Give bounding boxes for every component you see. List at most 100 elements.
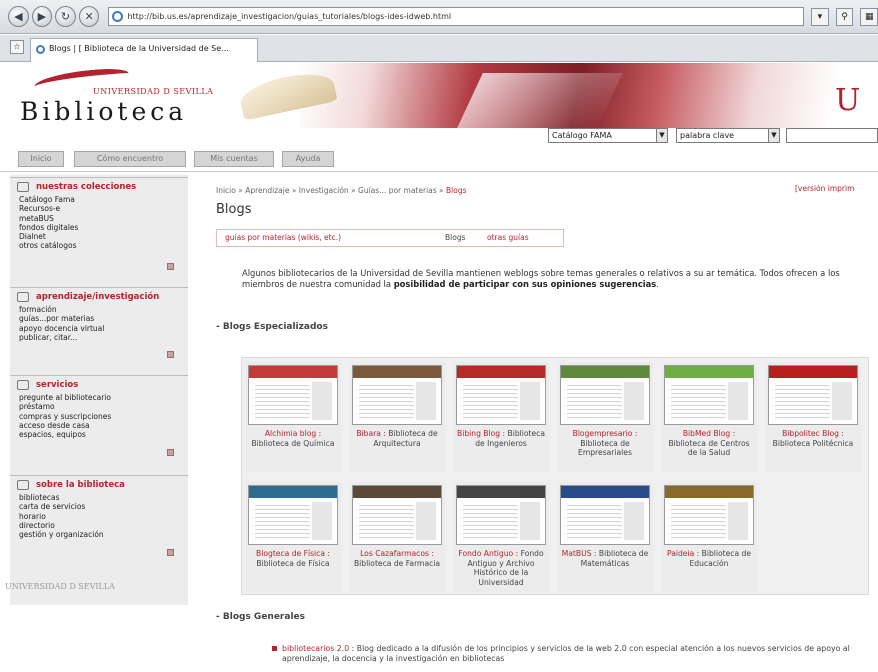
- sidebar-item[interactable]: gestión y organización: [10, 530, 188, 539]
- blog-card[interactable]: Bibara : Biblioteca de Arquitectura: [349, 362, 445, 472]
- sidebar-item[interactable]: fondos digitales: [10, 223, 188, 232]
- keyword-select[interactable]: palabra clave ▼: [676, 128, 780, 143]
- library-logo[interactable]: Biblioteca: [20, 97, 187, 126]
- blog-title-link[interactable]: Bibara :: [356, 429, 386, 438]
- blog-title-link[interactable]: MatBUS :: [562, 549, 597, 558]
- intro-end: .: [656, 279, 659, 289]
- forward-button[interactable]: ▶: [31, 6, 53, 27]
- sidebar-item[interactable]: publicar, citar...: [10, 333, 188, 342]
- blog-thumbnail[interactable]: [456, 365, 546, 425]
- blog-title-link[interactable]: Los Cazafarmacos :: [360, 549, 434, 558]
- intro-bold: posibilidad de participar con sus opinio…: [393, 279, 657, 289]
- sidebar-item[interactable]: préstamo: [10, 402, 188, 411]
- nav-como-encuentro[interactable]: Cómo encuentro: [74, 151, 186, 167]
- blog-card[interactable]: Blogempresario : Biblioteca de Empresari…: [557, 362, 653, 472]
- chevron-down-icon: ▼: [656, 129, 667, 142]
- address-bar[interactable]: http://bib.us.es/aprendizaje_investigaci…: [108, 7, 805, 26]
- blog-card[interactable]: Bibpolitec Blog : Biblioteca Politécnica: [765, 362, 861, 472]
- blog-thumbnail[interactable]: [768, 365, 858, 425]
- section-specialized-title: - Blogs Especializados: [216, 322, 328, 332]
- sidebar-item[interactable]: espacios, equipos: [10, 430, 188, 439]
- blog-title-link[interactable]: Bibing Blog :: [457, 429, 505, 438]
- subnav-blogs[interactable]: Blogs: [445, 230, 466, 246]
- blog-title-link[interactable]: Blogempresario :: [573, 429, 638, 438]
- sidebar-item[interactable]: horario: [10, 512, 188, 521]
- sidebar-item[interactable]: guías...por materias: [10, 314, 188, 323]
- search-input[interactable]: [786, 128, 878, 143]
- blog-thumbnail[interactable]: [352, 365, 442, 425]
- blog-title-link[interactable]: Blogteca de Física :: [256, 549, 330, 558]
- browser-window: ◀ ▶ ↻ ✕ http://bib.us.es/aprendizaje_inv…: [0, 0, 878, 672]
- blog-caption: Alchimia blog : Biblioteca de Química: [247, 429, 339, 448]
- blog-title-link[interactable]: Bibpolitec Blog :: [782, 429, 844, 438]
- blog-card[interactable]: MatBUS : Biblioteca de Matemáticas: [557, 482, 653, 592]
- chevron-down-icon: ▼: [768, 129, 779, 142]
- sidebar-item[interactable]: Catálogo Fama: [10, 195, 188, 204]
- stop-button[interactable]: ✕: [78, 6, 100, 27]
- sidebar-item[interactable]: otros catálogos: [10, 241, 188, 250]
- feeds-icon[interactable]: ▦: [860, 7, 878, 26]
- tab-blogs[interactable]: Blogs | [ Biblioteca de la Universidad d…: [30, 38, 258, 62]
- search-icon[interactable]: ⚲: [835, 7, 854, 26]
- sidebar-item[interactable]: compras y suscripciones: [10, 412, 188, 421]
- blog-thumbnail[interactable]: [560, 485, 650, 545]
- nav-inicio[interactable]: Inicio: [18, 151, 64, 167]
- more-icon[interactable]: [167, 263, 174, 270]
- blog-thumbnail[interactable]: [456, 485, 546, 545]
- blog-card[interactable]: Los Cazafarmacos : Biblioteca de Farmaci…: [349, 482, 445, 592]
- sidebar-item[interactable]: Recursos-e: [10, 204, 188, 213]
- breadcrumb-path[interactable]: Inicio » Aprendizaje » Investigación » G…: [216, 186, 446, 195]
- sidebar-item[interactable]: pregunte al bibliotecario: [10, 393, 188, 402]
- blog-thumbnail[interactable]: [248, 485, 338, 545]
- sidebar-item[interactable]: bibliotecas: [10, 493, 188, 502]
- sidebar-item[interactable]: Dialnet: [10, 232, 188, 241]
- dropdown-icon[interactable]: ▾: [811, 7, 829, 26]
- bullet-icon: [272, 646, 277, 651]
- more-icon[interactable]: [167, 351, 174, 358]
- blog-card[interactable]: Blogteca de Física : Biblioteca de Físic…: [245, 482, 341, 592]
- blog-card[interactable]: Alchimia blog : Biblioteca de Química: [245, 362, 341, 472]
- blog-card[interactable]: BibMed Blog : Biblioteca de Centros de l…: [661, 362, 757, 472]
- subnav-otras[interactable]: otras guías: [487, 230, 529, 246]
- blog-caption: Bibara : Biblioteca de Arquitectura: [351, 429, 443, 448]
- blog-title-link[interactable]: BibMed Blog :: [683, 429, 735, 438]
- catalog-select[interactable]: Catálogo FAMA ▼: [548, 128, 668, 143]
- blog-title-link[interactable]: Paideia :: [667, 549, 699, 558]
- blog-caption: Blogteca de Física : Biblioteca de Físic…: [247, 549, 339, 568]
- blog-thumbnail[interactable]: [664, 365, 754, 425]
- blog-card[interactable]: Fondo Antiguo : Fondo Antiguo y Archivo …: [453, 482, 549, 592]
- blog-description: Biblioteca de Empresariales: [578, 438, 632, 458]
- blog-thumbnail[interactable]: [352, 485, 442, 545]
- section-title: nuestras colecciones: [36, 182, 137, 192]
- sidebar-item[interactable]: acceso desde casa: [10, 421, 188, 430]
- blog-title-link[interactable]: Alchimia blog :: [265, 429, 321, 438]
- blog-description: Biblioteca de Educación: [689, 549, 752, 568]
- sidebar-item[interactable]: carta de servicios: [10, 502, 188, 511]
- nav-ayuda[interactable]: Ayuda: [282, 151, 334, 167]
- sidebar-item[interactable]: formación: [10, 305, 188, 314]
- sidebar: nuestras colecciones Catálogo Fama Recur…: [10, 175, 188, 605]
- back-button[interactable]: ◀: [8, 6, 29, 27]
- blog-thumbnail[interactable]: [248, 365, 338, 425]
- favorites-icon[interactable]: ☆: [10, 40, 24, 54]
- sidebar-item[interactable]: metaBUS: [10, 214, 188, 223]
- reload-button[interactable]: ↻: [55, 6, 76, 27]
- page-title: Blogs: [216, 202, 252, 217]
- sidebar-item[interactable]: directorio: [10, 521, 188, 530]
- nav-mis-cuentas[interactable]: Mis cuentas: [194, 151, 274, 167]
- more-icon[interactable]: [167, 549, 174, 556]
- blog-title-link[interactable]: Fondo Antiguo :: [458, 549, 518, 558]
- us-logo[interactable]: U: [835, 83, 860, 118]
- blog-card[interactable]: Bibing Blog : Biblioteca de Ingenieros: [453, 362, 549, 472]
- more-icon[interactable]: [167, 449, 174, 456]
- blog-thumbnail[interactable]: [560, 365, 650, 425]
- blog-card[interactable]: Paideia : Biblioteca de Educación: [661, 482, 757, 592]
- sidebar-item[interactable]: apoyo docencia virtual: [10, 324, 188, 333]
- subnav-guias[interactable]: guías por materias (wikis, etc.): [225, 230, 341, 246]
- general-blog-link[interactable]: bibliotecarios 2.0: [282, 644, 349, 653]
- blog-thumbnail[interactable]: [664, 485, 754, 545]
- main-content: Inicio » Aprendizaje » Investigación » G…: [190, 172, 878, 672]
- blog-caption: MatBUS : Biblioteca de Matemáticas: [559, 549, 651, 568]
- breadcrumb-current: Blogs: [446, 186, 467, 195]
- print-version-link[interactable]: [versión imprim: [795, 184, 854, 193]
